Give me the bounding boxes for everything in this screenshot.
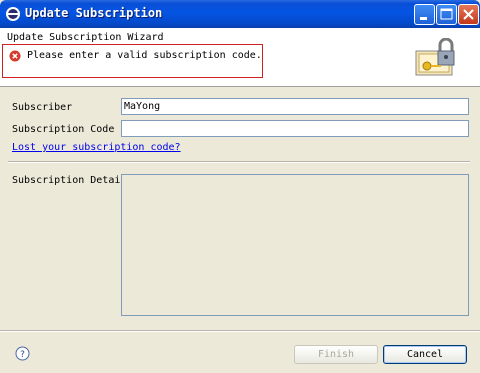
cancel-button[interactable]: Cancel <box>383 345 467 364</box>
subscription-detail-area <box>121 174 469 316</box>
subscription-code-label: Subscription Code <box>12 124 115 135</box>
close-button[interactable] <box>458 4 479 25</box>
subscriber-label: Subscriber <box>12 102 73 113</box>
lock-key-icon <box>415 38 455 76</box>
title-bar[interactable]: Update Subscription <box>0 0 480 28</box>
lost-code-link[interactable]: Lost your subscription code? <box>12 142 181 153</box>
help-icon[interactable]: ? <box>15 346 30 361</box>
svg-text:?: ? <box>20 350 25 360</box>
minimize-icon <box>420 17 427 20</box>
subscription-code-input[interactable] <box>121 120 469 137</box>
maximize-button[interactable] <box>436 4 457 25</box>
subscription-detail-label: Subscription Detail <box>12 175 127 186</box>
form-divider <box>8 161 470 163</box>
eclipse-icon <box>6 7 20 21</box>
wizard-title: Update Subscription Wizard <box>7 32 164 43</box>
maximize-icon <box>440 8 453 20</box>
wizard-header: Update Subscription Wizard Please enter … <box>0 28 480 87</box>
error-message-box: Please enter a valid subscription code. <box>2 44 263 78</box>
close-icon <box>463 9 474 20</box>
error-icon <box>9 50 21 62</box>
footer-divider <box>0 330 480 332</box>
minimize-button[interactable] <box>414 4 435 25</box>
subscriber-input[interactable]: MaYong <box>121 98 469 115</box>
window-title: Update Subscription <box>25 6 163 20</box>
error-message: Please enter a valid subscription code. <box>27 50 262 61</box>
finish-button[interactable]: Finish <box>294 345 378 364</box>
